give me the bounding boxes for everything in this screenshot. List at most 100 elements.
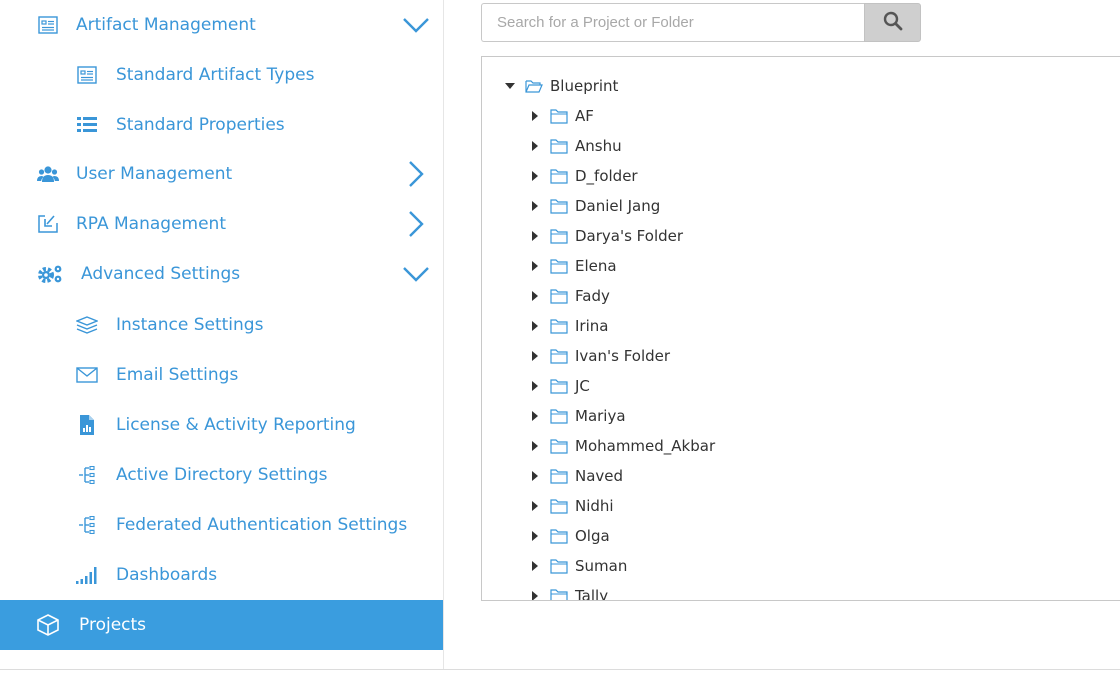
sidebar-item-license-reporting[interactable]: License & Activity Reporting xyxy=(0,400,443,450)
tree-node-label: Darya's Folder xyxy=(575,227,684,245)
tree-node-folder[interactable]: Elena xyxy=(482,251,1082,281)
caret-right-icon[interactable] xyxy=(530,441,540,451)
users-icon xyxy=(37,163,59,185)
sidebar-item-label: Artifact Management xyxy=(76,15,256,35)
tree-node-folder[interactable]: Naved xyxy=(482,461,1082,491)
search-icon xyxy=(883,11,903,35)
sidebar-item-rpa-management[interactable]: RPA Management xyxy=(0,199,443,249)
caret-right-icon[interactable] xyxy=(530,561,540,571)
tree-node-folder[interactable]: Fady xyxy=(482,281,1082,311)
tree-node-label: Nidhi xyxy=(575,497,614,515)
chevron-right-icon[interactable] xyxy=(401,209,431,239)
folder-icon xyxy=(550,438,568,454)
tree-node-folder[interactable]: Nidhi xyxy=(482,491,1082,521)
signal-bars-icon xyxy=(76,564,98,586)
folder-open-icon xyxy=(525,78,543,94)
sidebar-nav: Artifact Management Standard Artifact Ty… xyxy=(0,0,443,650)
folder-icon xyxy=(550,378,568,394)
sidebar-item-label: Projects xyxy=(79,615,147,635)
sidebar-item-instance-settings[interactable]: Instance Settings xyxy=(0,300,443,350)
sidebar-item-standard-artifact-types[interactable]: Standard Artifact Types xyxy=(0,50,443,100)
sidebar-item-user-management[interactable]: User Management xyxy=(0,149,443,199)
caret-right-icon[interactable] xyxy=(530,261,540,271)
sidebar-item-label: Standard Artifact Types xyxy=(116,65,315,85)
folder-icon xyxy=(550,168,568,184)
sidebar-item-label: Dashboards xyxy=(116,565,218,585)
tree-node-folder[interactable]: Olga xyxy=(482,521,1082,551)
caret-right-icon[interactable] xyxy=(530,531,540,541)
sidebar-item-projects[interactable]: Projects xyxy=(0,600,443,650)
search-input[interactable] xyxy=(481,3,865,42)
folder-icon xyxy=(550,138,568,154)
tree-node-folder[interactable]: Anshu xyxy=(482,131,1082,161)
tree-node-label: Ivan's Folder xyxy=(575,347,671,365)
folder-icon xyxy=(550,198,568,214)
tree-node-folder[interactable]: Tally xyxy=(482,581,1082,600)
sidebar-item-label: Advanced Settings xyxy=(81,264,241,284)
tree-node-folder[interactable]: Ivan's Folder xyxy=(482,341,1082,371)
folder-icon xyxy=(550,468,568,484)
chevron-down-icon[interactable] xyxy=(401,10,431,40)
sidebar-item-label: License & Activity Reporting xyxy=(116,415,356,435)
tree-node-label: Naved xyxy=(575,467,624,485)
caret-right-icon[interactable] xyxy=(530,321,540,331)
caret-right-icon[interactable] xyxy=(530,141,540,151)
chevron-down-icon[interactable] xyxy=(401,259,431,289)
tree-node-folder[interactable]: Mohammed_Akbar xyxy=(482,431,1082,461)
folder-icon xyxy=(550,108,568,124)
tree-node-label: Blueprint xyxy=(550,77,619,95)
tree-node-folder[interactable]: Irina xyxy=(482,311,1082,341)
tree-node-folder[interactable]: Suman xyxy=(482,551,1082,581)
tree-node-root[interactable]: Blueprint xyxy=(482,71,1082,101)
chevron-right-icon[interactable] xyxy=(401,159,431,189)
tree-node-folder[interactable]: Darya's Folder xyxy=(482,221,1082,251)
directory-tree-icon xyxy=(76,514,98,536)
caret-right-icon[interactable] xyxy=(530,381,540,391)
sidebar-divider xyxy=(443,0,444,670)
artifact-icon xyxy=(37,14,59,36)
caret-down-icon[interactable] xyxy=(505,81,515,91)
sidebar-item-email-settings[interactable]: Email Settings xyxy=(0,350,443,400)
tree-node-folder[interactable]: JC xyxy=(482,371,1082,401)
directory-tree-icon xyxy=(76,464,98,486)
sidebar-item-artifact-management[interactable]: Artifact Management xyxy=(0,0,443,50)
sidebar-item-federated-auth[interactable]: Federated Authentication Settings xyxy=(0,500,443,550)
tree-node-folder[interactable]: AF xyxy=(482,101,1082,131)
caret-right-icon[interactable] xyxy=(530,201,540,211)
layers-icon xyxy=(76,314,98,336)
folder-icon xyxy=(550,528,568,544)
tree-node-label: D_folder xyxy=(575,167,638,185)
sidebar-item-label: RPA Management xyxy=(76,214,226,234)
folder-icon xyxy=(550,348,568,364)
sidebar-item-active-directory[interactable]: Active Directory Settings xyxy=(0,450,443,500)
caret-right-icon[interactable] xyxy=(530,411,540,421)
artifact-types-icon xyxy=(76,64,98,86)
gears-icon xyxy=(37,263,64,285)
tree-node-label: Olga xyxy=(575,527,610,545)
properties-list-icon xyxy=(76,114,98,136)
caret-right-icon[interactable] xyxy=(530,501,540,511)
sidebar-item-advanced-settings[interactable]: Advanced Settings xyxy=(0,249,443,299)
tree-node-folder[interactable]: D_folder xyxy=(482,161,1082,191)
caret-right-icon[interactable] xyxy=(530,591,540,600)
caret-right-icon[interactable] xyxy=(530,351,540,361)
sidebar-item-dashboards[interactable]: Dashboards xyxy=(0,550,443,600)
sidebar-item-label: Standard Properties xyxy=(116,115,285,135)
folder-icon xyxy=(550,288,568,304)
tree-node-label: JC xyxy=(575,377,590,395)
sidebar-item-label: User Management xyxy=(76,164,233,184)
envelope-icon xyxy=(76,364,98,386)
tree-node-label: Elena xyxy=(575,257,617,275)
caret-right-icon[interactable] xyxy=(530,291,540,301)
caret-right-icon[interactable] xyxy=(530,171,540,181)
caret-right-icon[interactable] xyxy=(530,231,540,241)
tree-node-folder[interactable]: Daniel Jang xyxy=(482,191,1082,221)
report-file-icon xyxy=(76,414,98,436)
search-button[interactable] xyxy=(864,3,921,42)
sidebar-item-standard-properties[interactable]: Standard Properties xyxy=(0,100,443,150)
tree-node-folder[interactable]: Mariya xyxy=(482,401,1082,431)
caret-right-icon[interactable] xyxy=(530,471,540,481)
tree-node-label: Fady xyxy=(575,287,610,305)
caret-right-icon[interactable] xyxy=(530,111,540,121)
folder-icon xyxy=(550,498,568,514)
